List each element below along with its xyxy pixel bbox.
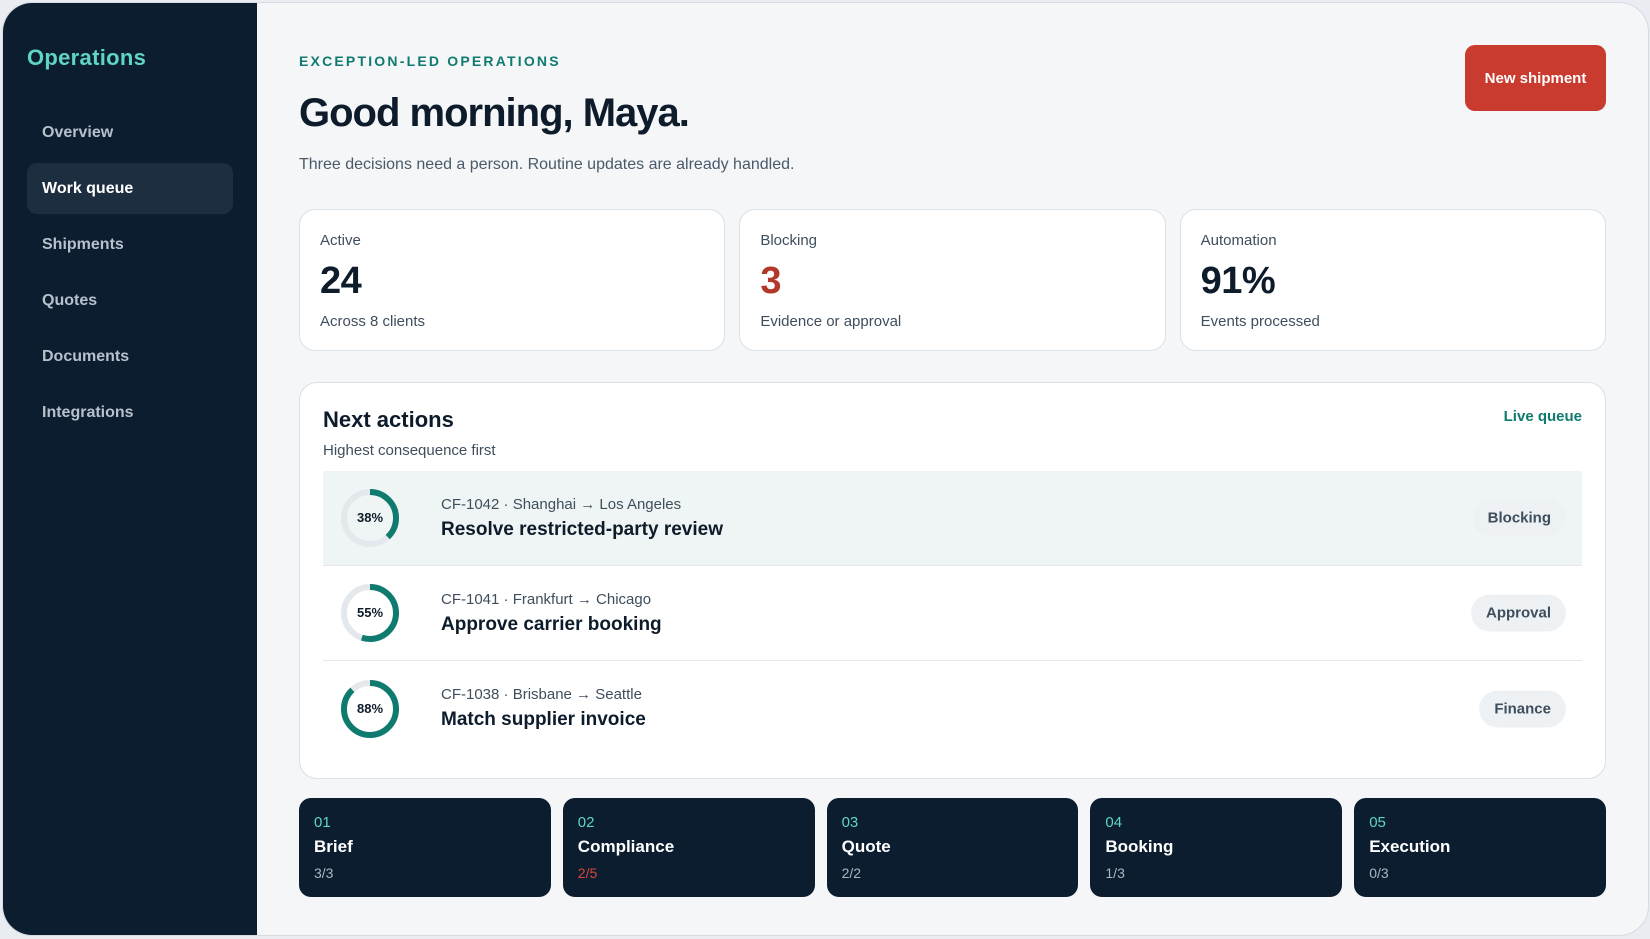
live-queue-link[interactable]: Live queue [1504,408,1582,425]
action-title: Resolve restricted-party review [441,518,723,540]
stage-name: Brief [314,837,353,856]
sidebar-item-shipments[interactable]: Shipments [27,219,233,270]
action-title: Approve carrier booking [441,613,662,635]
stats-row: Active 24 Across 8 clients Blocking 3 Ev… [299,209,1606,351]
section-eyebrow: EXCEPTION-LED OPERATIONS [299,53,561,69]
stage-number: 01 [314,814,331,831]
progress-ring: 38% [339,487,401,549]
progress-percent: 55% [356,605,384,620]
stage-progress: 3/3 [314,865,334,881]
action-body: CF-1042 · Shanghai → Los Angeles Resolve… [441,496,723,541]
progress-percent: 88% [356,700,384,716]
panel-subtitle: Highest consequence first [323,442,496,459]
stage-card-quote[interactable]: 03 Quote 2/2 [826,798,1079,897]
stat-card-blocking: Blocking 3 Evidence or approval [739,209,1166,351]
progress-ring: 88% [339,678,401,740]
stage-number: 05 [1369,814,1386,831]
progress-ring: 55% [339,582,401,644]
stat-label: Blocking [760,232,818,249]
stage-number: 04 [1105,814,1123,831]
stage-progress: 2/5 [577,865,598,881]
pipeline-stages: 01 Brief 3/3 02 Compliance 2/5 03 Quote … [299,798,1606,897]
action-meta: CF-1038 · Brisbane → Seattle [441,686,642,703]
sidebar-item-documents[interactable]: Documents [27,331,233,382]
action-title: Match supplier invoice [441,709,646,730]
stage-name: Compliance [577,837,675,856]
stat-label: Active [320,232,361,249]
app-window: Operations Overview Work queue Shipments… [2,2,1649,936]
stage-name: Booking [1105,837,1174,856]
brand-title: Operations [27,45,147,70]
action-list: 38% CF-1042 · Shanghai → Los Angeles Res… [323,471,1582,756]
stat-value: 91% [1200,260,1276,302]
stage-progress: 2/2 [841,865,862,881]
stage-number: 02 [577,814,595,831]
new-shipment-button[interactable]: New shipment [1465,45,1606,111]
progress-percent: 38% [356,510,384,525]
stat-label: Automation [1200,232,1277,249]
stage-card-brief[interactable]: 01 Brief 3/3 [299,798,551,897]
main-content: EXCEPTION-LED OPERATIONS Good morning, M… [257,3,1648,935]
page-subtitle: Three decisions need a person. Routine u… [299,156,795,173]
stat-card-automation: Automation 91% Events processed [1179,209,1606,351]
sidebar: Operations Overview Work queue Shipments… [3,3,257,935]
stage-progress: 0/3 [1369,865,1389,881]
action-body: CF-1038 · Brisbane → Seattle Match suppl… [441,686,646,731]
stage-name: Quote [841,837,891,856]
action-row[interactable]: 88% CF-1038 · Brisbane → Seattle Match s… [323,661,1582,756]
next-actions-panel: Next actions Highest consequence first L… [299,382,1606,779]
stage-card-booking[interactable]: 04 Booking 1/3 [1090,798,1343,897]
stage-progress: 1/3 [1105,865,1125,881]
sidebar-item-work-queue[interactable]: Work queue [27,163,233,214]
page-title: Good morning, Maya. [299,91,690,135]
sidebar-nav: Overview Work queue Shipments Quotes Doc… [27,107,233,438]
action-meta: CF-1041 · Frankfurt → Chicago [441,590,652,608]
status-badge: Blocking [1472,499,1566,537]
sidebar-item-quotes[interactable]: Quotes [27,275,233,326]
action-row[interactable]: 38% CF-1042 · Shanghai → Los Angeles Res… [323,471,1582,566]
panel-title: Next actions [323,407,454,432]
sidebar-item-integrations[interactable]: Integrations [27,387,233,438]
action-meta: CF-1042 · Shanghai → Los Angeles [441,495,682,513]
stat-caption: Events processed [1200,313,1320,330]
stage-number: 03 [841,814,859,831]
stage-name: Execution [1369,837,1451,856]
status-badge: Finance [1479,690,1566,727]
action-row[interactable]: 55% CF-1041 · Frankfurt → Chicago Approv… [323,566,1582,661]
sidebar-item-overview[interactable]: Overview [27,107,233,158]
stat-card-active: Active 24 Across 8 clients [299,209,726,351]
status-badge: Approval [1470,594,1566,632]
stat-caption: Across 8 clients [320,313,426,330]
action-body: CF-1041 · Frankfurt → Chicago Approve ca… [441,591,662,636]
stage-card-execution[interactable]: 05 Execution 0/3 [1354,798,1606,897]
stat-value: 3 [760,260,781,302]
stage-card-compliance[interactable]: 02 Compliance 2/5 [562,798,815,897]
stat-caption: Evidence or approval [760,313,902,330]
stat-value: 24 [320,260,362,302]
